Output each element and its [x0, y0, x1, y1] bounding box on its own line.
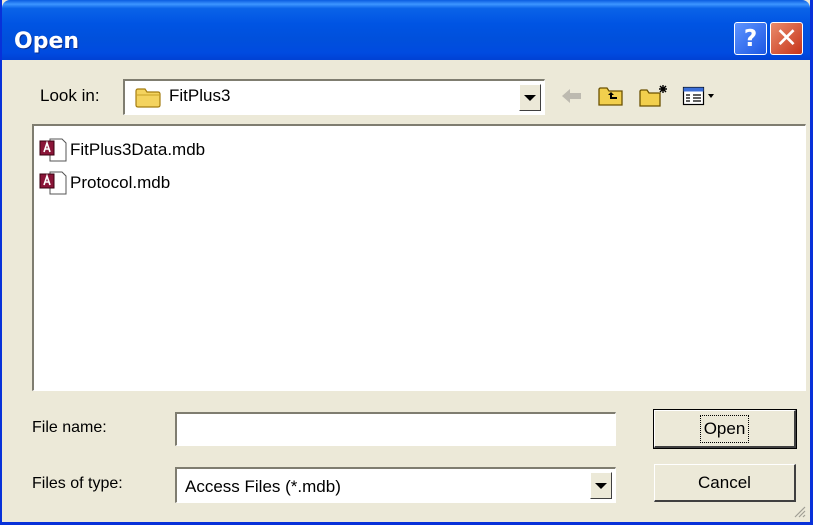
- files-of-type-combo[interactable]: Access Files (*.mdb): [175, 467, 616, 503]
- file-name: Protocol.mdb: [70, 173, 171, 192]
- look-in-combo[interactable]: FitPlus3: [123, 79, 545, 115]
- up-one-level-icon: [598, 87, 623, 106]
- access-db-icon: [39, 138, 67, 162]
- chevron-down-icon: [595, 482, 607, 489]
- look-in-label: Look in:: [40, 86, 100, 105]
- back-button[interactable]: [559, 82, 585, 110]
- look-in-dropdown-button[interactable]: [519, 84, 541, 111]
- open-button[interactable]: Open: [653, 409, 797, 449]
- new-folder-button[interactable]: [638, 82, 670, 110]
- close-button[interactable]: ✕: [770, 22, 803, 55]
- up-one-level-button[interactable]: [597, 82, 625, 110]
- resize-grip-icon[interactable]: [792, 504, 806, 518]
- window-title: Open: [14, 29, 80, 54]
- file-item[interactable]: FitPlus3Data.mdb: [38, 137, 205, 163]
- chevron-down-icon: [524, 94, 536, 101]
- open-dialog: Open ? ✕ Look in: FitPlus3 FitPlus3Data.…: [0, 0, 813, 525]
- cancel-button[interactable]: Cancel: [654, 464, 796, 502]
- help-icon: ?: [743, 25, 758, 52]
- files-of-type-dropdown-button[interactable]: [590, 472, 612, 499]
- close-icon: ✕: [775, 23, 798, 54]
- files-of-type-value: Access Files (*.mdb): [185, 477, 341, 496]
- view-menu-button[interactable]: [682, 82, 720, 110]
- look-in-value: FitPlus3: [169, 86, 231, 105]
- view-menu-icon: [682, 86, 714, 106]
- file-list[interactable]: FitPlus3Data.mdb Protocol.mdb: [32, 124, 806, 391]
- file-name: FitPlus3Data.mdb: [70, 140, 206, 159]
- files-of-type-label: Files of type:: [32, 475, 123, 492]
- cancel-button-label: Cancel: [698, 472, 751, 492]
- open-button-label: Open: [699, 414, 750, 443]
- file-name-label: File name:: [32, 419, 107, 436]
- help-button[interactable]: ?: [734, 22, 767, 55]
- folder-icon: [135, 86, 161, 113]
- back-arrow-icon: [562, 89, 581, 103]
- new-folder-icon: [639, 85, 667, 107]
- file-name-field[interactable]: [175, 412, 616, 446]
- access-db-icon: [39, 171, 67, 195]
- title-bar[interactable]: Open ? ✕: [2, 0, 810, 60]
- file-item[interactable]: Protocol.mdb: [38, 170, 170, 196]
